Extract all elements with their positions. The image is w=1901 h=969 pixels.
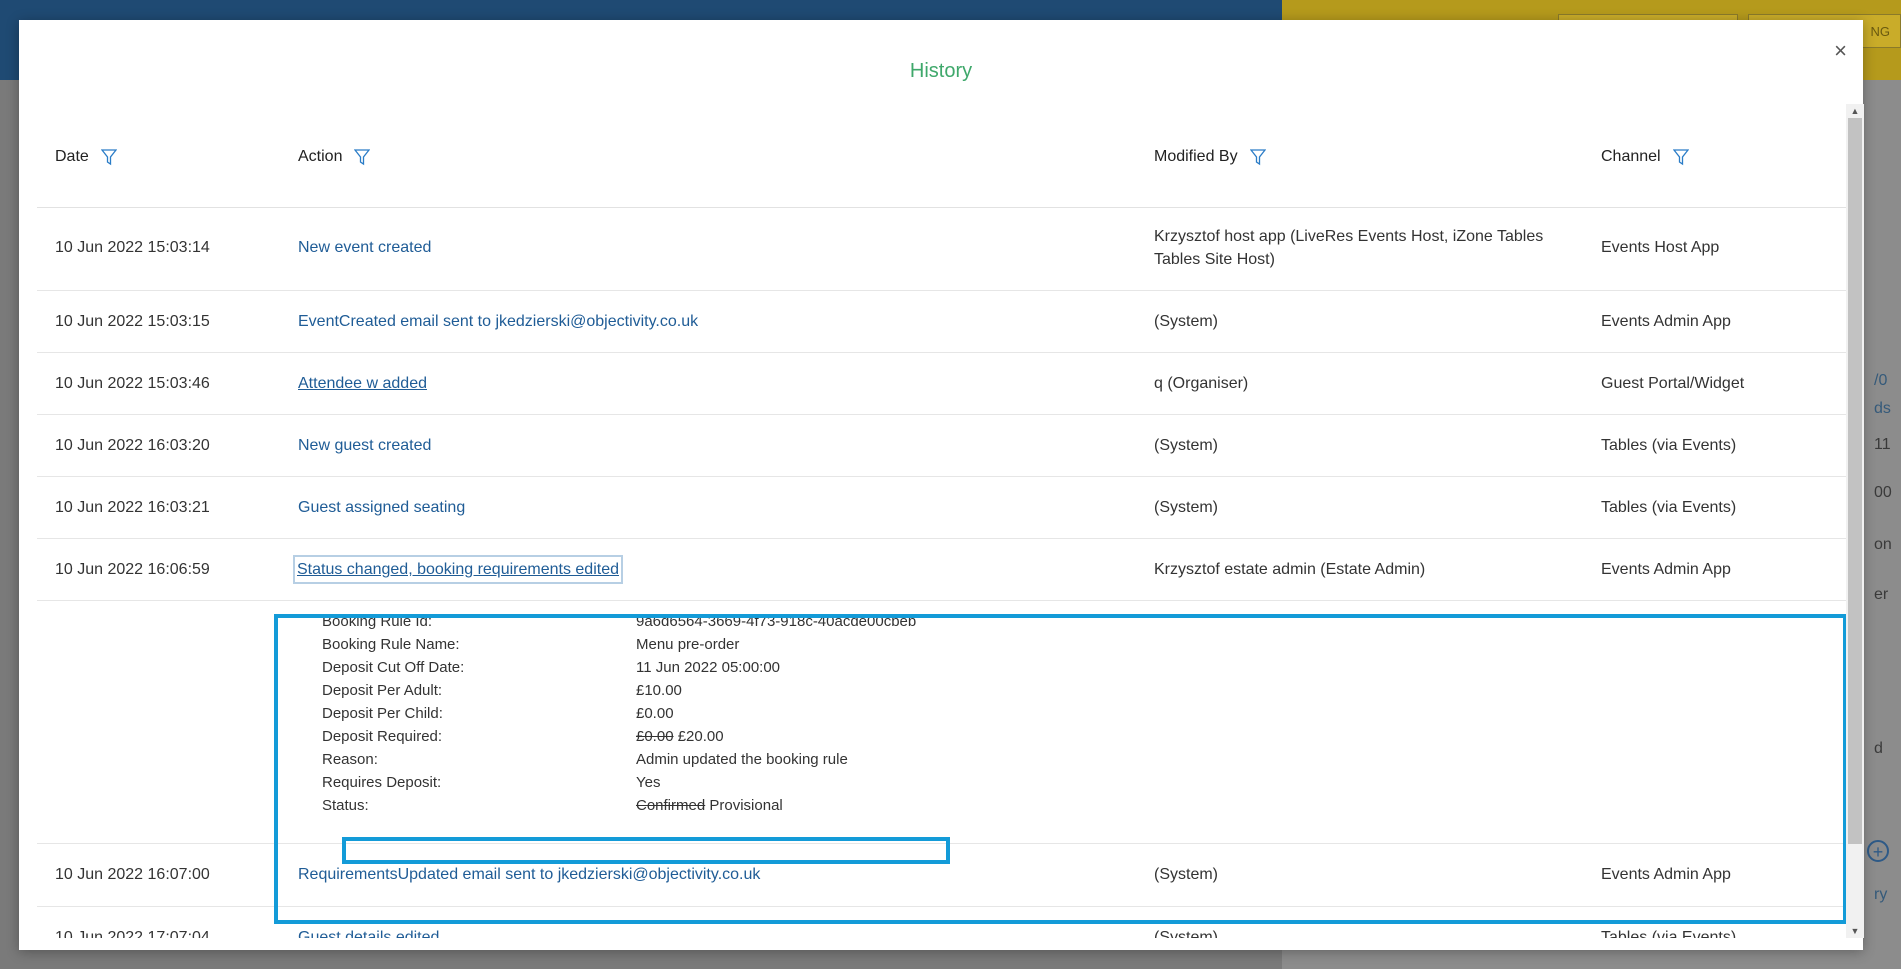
row-action-link[interactable]: Attendee w added [298, 372, 427, 395]
row-channel: Tables (via Events) [1601, 437, 1737, 454]
row-modified-by: (System) [1154, 437, 1218, 454]
table-row: 10 Jun 2022 15:03:46 Attendee w added q … [37, 353, 1846, 415]
row-date: 10 Jun 2022 17:07:04 [55, 929, 210, 938]
filter-icon[interactable] [1249, 148, 1266, 166]
scroll-down-icon[interactable]: ▼ [1846, 924, 1864, 938]
column-header-date: Date [55, 148, 117, 166]
table-row: 10 Jun 2022 16:03:21 Guest assigned seat… [37, 477, 1846, 539]
row-date: 10 Jun 2022 16:03:21 [55, 499, 210, 516]
row-channel: Events Admin App [1601, 866, 1731, 883]
row-action-link[interactable]: Guest assigned seating [298, 496, 465, 519]
row-action-link[interactable]: New guest created [298, 434, 431, 457]
table-row: 10 Jun 2022 16:03:20 New guest created (… [37, 415, 1846, 477]
filter-icon[interactable] [100, 148, 117, 166]
history-modal: History × Date Action Modified By Channe… [19, 20, 1864, 950]
background-text: ds [1874, 400, 1891, 417]
row-modified-by: q (Organiser) [1154, 375, 1249, 392]
row-modified-by: (System) [1154, 499, 1218, 516]
row-channel: Tables (via Events) [1601, 929, 1737, 938]
scrollbar[interactable]: ▲ ▼ [1846, 104, 1864, 938]
row-action-link[interactable]: New event created [298, 236, 431, 259]
close-button[interactable]: × [1834, 40, 1847, 62]
background-text: /0 [1874, 372, 1888, 389]
row-action-link[interactable]: Guest details edited [298, 926, 439, 938]
new-value: Provisional [709, 797, 783, 814]
modal-title: History [909, 60, 973, 82]
row-date: 10 Jun 2022 15:03:14 [55, 239, 210, 256]
table-row: 10 Jun 2022 15:03:14 New event created K… [37, 208, 1846, 291]
row-channel: Events Admin App [1601, 313, 1731, 330]
background-text: 11 [1874, 436, 1891, 453]
row-channel: Tables (via Events) [1601, 499, 1737, 516]
old-value: £0.00 [636, 728, 674, 745]
row-channel: Events Host App [1601, 239, 1720, 256]
row-action-link[interactable]: RequirementsUpdated email sent to jkedzi… [298, 863, 760, 886]
background-text: ry [1874, 886, 1888, 903]
row-modified-by: (System) [1154, 866, 1218, 883]
scrollbar-thumb[interactable] [1848, 118, 1862, 844]
row-channel: Events Admin App [1601, 561, 1731, 578]
background-text: on [1874, 536, 1892, 553]
filter-icon[interactable] [1672, 148, 1689, 166]
row-modified-by: (System) [1154, 313, 1218, 330]
row-modified-by: Krzysztof host app (LiveRes Events Host,… [1154, 228, 1544, 268]
table-header: Date Action Modified By Channel [37, 104, 1846, 208]
row-date: 10 Jun 2022 16:07:00 [55, 866, 210, 883]
table-row: 10 Jun 2022 17:07:04 Guest details edite… [37, 907, 1846, 938]
row-date: 10 Jun 2022 15:03:46 [55, 375, 210, 392]
filter-icon[interactable] [354, 148, 371, 166]
row-date: 10 Jun 2022 16:03:20 [55, 437, 210, 454]
row-action-link[interactable]: Status changed, booking requirements edi… [293, 555, 623, 584]
history-table: Date Action Modified By Channel 10 Jun 2… [37, 104, 1846, 938]
row-date: 10 Jun 2022 15:03:15 [55, 313, 210, 330]
scroll-up-icon[interactable]: ▲ [1846, 104, 1864, 118]
row-details-panel: Booking Rule Id: 9a6d6564-3669-4f73-918c… [37, 601, 1846, 844]
table-row: 10 Jun 2022 16:07:00 RequirementsUpdated… [37, 844, 1846, 907]
column-header-action: Action [298, 148, 371, 166]
table-row: 10 Jun 2022 16:06:59 Status changed, boo… [37, 539, 1846, 601]
background-text: 00 [1874, 484, 1892, 501]
row-action-link[interactable]: EventCreated email sent to jkedzierski@o… [298, 310, 698, 333]
background-text: er [1874, 586, 1889, 603]
table-row: 10 Jun 2022 15:03:15 EventCreated email … [37, 291, 1846, 353]
background-add-icon: + [1867, 840, 1889, 862]
column-header-modified-by: Modified By [1154, 148, 1266, 166]
old-value: Confirmed [636, 797, 706, 814]
column-header-channel: Channel [1601, 148, 1689, 166]
row-modified-by: Krzysztof estate admin (Estate Admin) [1154, 561, 1426, 578]
new-value: £20.00 [677, 728, 724, 745]
background-text: d [1874, 740, 1883, 757]
row-date: 10 Jun 2022 16:06:59 [55, 561, 210, 578]
row-modified-by: (System) [1154, 929, 1218, 938]
row-channel: Guest Portal/Widget [1601, 375, 1745, 392]
